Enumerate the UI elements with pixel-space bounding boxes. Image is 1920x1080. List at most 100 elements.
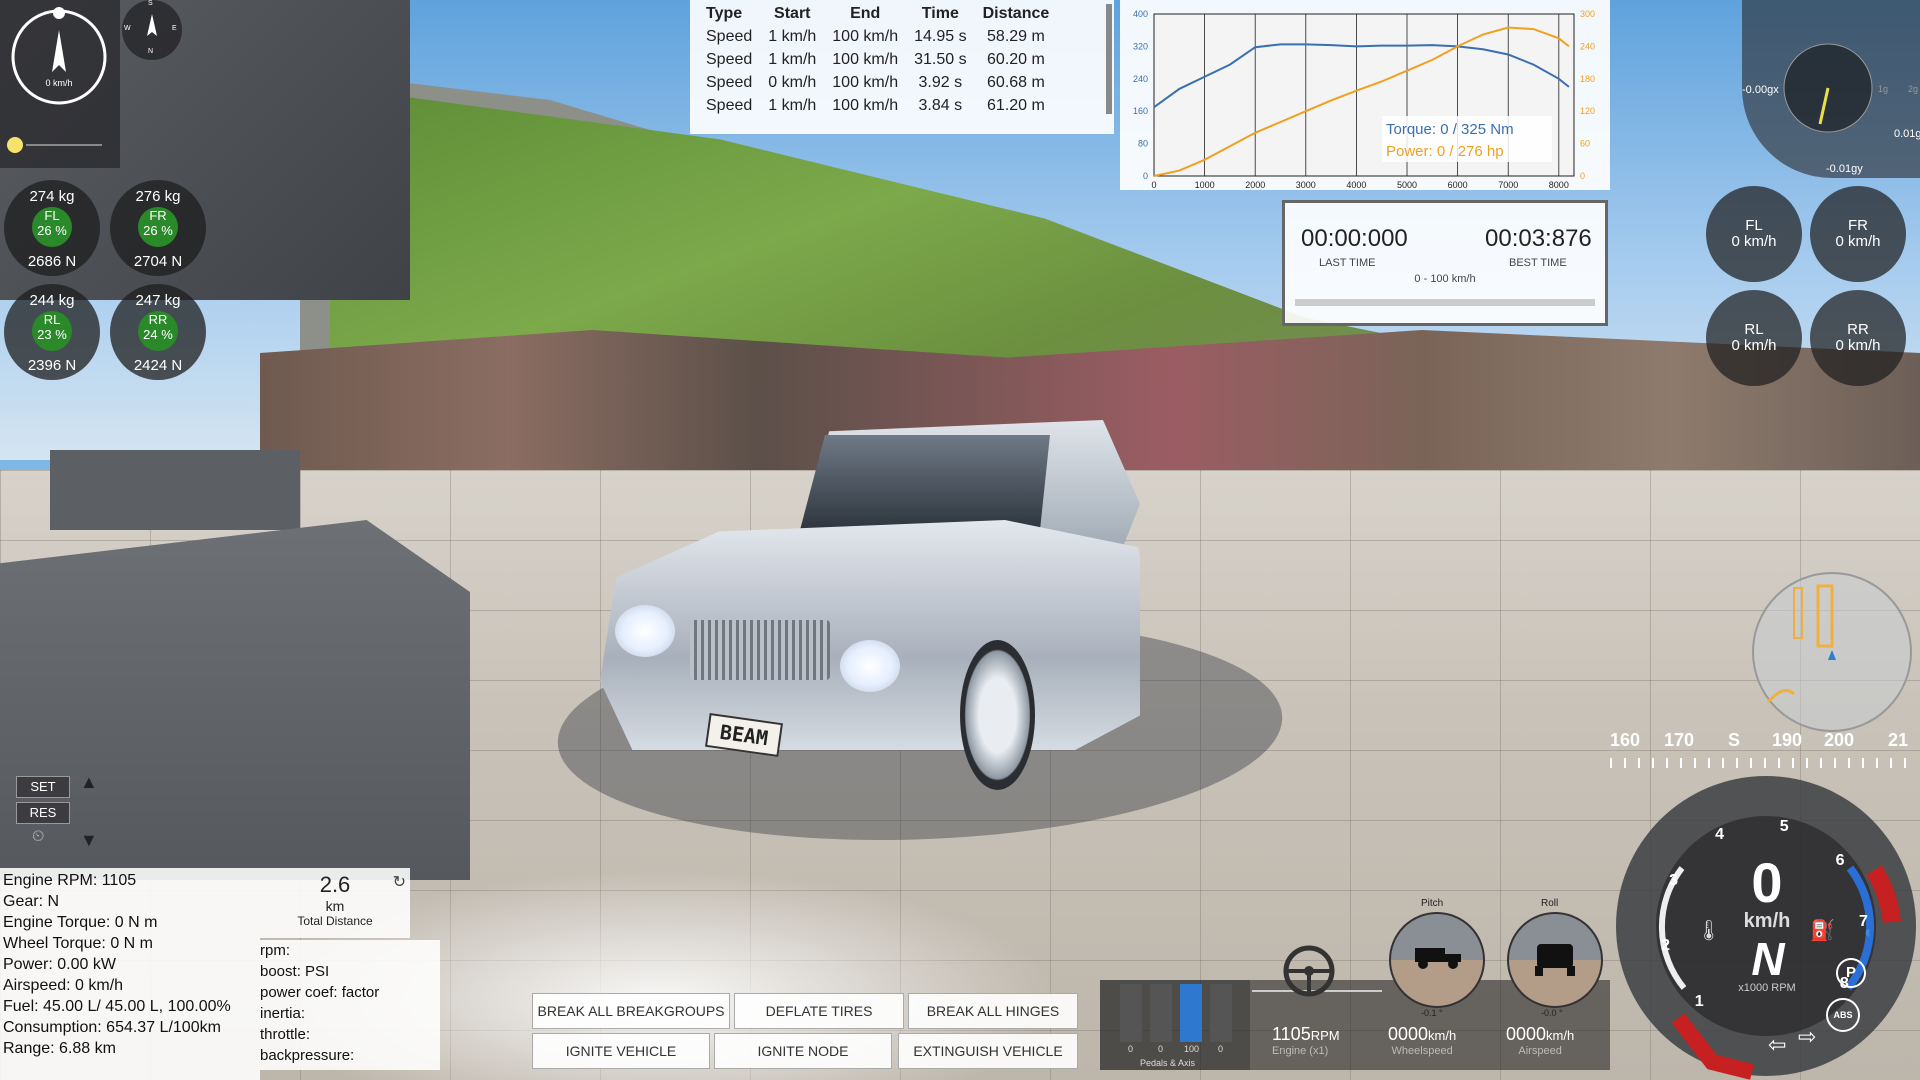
fuel-icon: ⛽ (1810, 920, 1835, 942)
reset-icon[interactable]: ↻ (393, 872, 406, 892)
speed-unit: km/h (1743, 910, 1791, 932)
time-of-day-indicator (7, 137, 23, 153)
rpm-tick-label: 5 (1779, 818, 1789, 836)
legend-power: Power: 0 / 276 hp (1386, 143, 1504, 160)
gear-indicator: N (1751, 933, 1785, 985)
deflate-tires-button[interactable]: DEFLATE TIRES (734, 993, 904, 1029)
tire-load-fr: 276 kg FR 26 % 2704 N (110, 180, 206, 276)
compass-arrow-icon (52, 30, 66, 72)
tire-mass: 276 kg (135, 188, 181, 205)
wheel-id: FR (1848, 217, 1868, 234)
y-tick-right: 60 (1580, 139, 1590, 149)
y-tick-left: 0 (1143, 171, 1148, 181)
distance-value: 2.6 (319, 872, 351, 897)
x-tick-label: 3000 (1296, 180, 1316, 190)
legend-torque: Torque: 0 / 325 Nm (1386, 121, 1514, 138)
info-line: Fuel: 45.00 L/ 45.00 L, 100.00% (3, 998, 231, 1015)
x-tick-label: 1000 (1195, 180, 1215, 190)
cruise-icon: ⏲ (32, 828, 45, 845)
best-time-label: BEST TIME (1509, 257, 1567, 269)
tire-mass: 247 kg (135, 292, 181, 309)
rpm-scale-label: x1000 RPM (1738, 982, 1796, 994)
cell: 1 km/h (768, 97, 817, 114)
cell: 1 km/h (768, 28, 817, 45)
extinguish-vehicle-button[interactable]: EXTINGUISH VEHICLE (898, 1033, 1078, 1069)
debug-line: rpm: (260, 942, 290, 959)
turn-right-icon: ⇨ (1798, 1024, 1817, 1049)
rpm-tick-label: 3 (1669, 872, 1679, 890)
car-windshield (800, 435, 1050, 530)
info-line: Gear: N (3, 893, 60, 910)
best-time: 00:03:876 (1485, 225, 1592, 252)
minimap[interactable] (1752, 572, 1912, 732)
cruise-res-button[interactable]: RES (16, 802, 70, 824)
cell: Speed (706, 51, 753, 68)
tire-pct: 24 % (143, 327, 173, 342)
compass-letter-s: S (148, 0, 153, 7)
cruise-up-icon[interactable]: ▲ (80, 772, 98, 793)
y-tick-left: 160 (1133, 106, 1148, 116)
heading-tick: 170 (1664, 730, 1695, 750)
col-time: Time (921, 5, 959, 22)
gforce-tick: 2g (1908, 84, 1919, 94)
gforce-z: 0.01g (1894, 128, 1920, 140)
tire-load-rr: 247 kg RR 24 % 2424 N (110, 284, 206, 380)
gforce-y: -0.01gy (1826, 163, 1863, 175)
last-time: 00:00:000 (1301, 225, 1408, 252)
wheelspeed-readout: 0000km/h Wheelspeed (1388, 1024, 1456, 1057)
break-breakgroups-button[interactable]: BREAK ALL BREAKGROUPS (532, 993, 730, 1029)
cell: 60.20 m (987, 51, 1045, 68)
ignite-node-button[interactable]: IGNITE NODE (714, 1033, 892, 1069)
debug-line: inertia: (260, 1005, 306, 1022)
pedal-bar (1120, 984, 1142, 1042)
table-row: Speed 1 km/h 100 km/h 31.50 s 60.20 m (700, 49, 1059, 72)
speed-value: 0 (1751, 851, 1783, 914)
table-scrollbar[interactable] (1106, 4, 1112, 114)
rpm-tick-label: 2 (1661, 936, 1671, 954)
pitch-value: -0.1 ° (1421, 1008, 1443, 1018)
airspeed-value: 0000 (1506, 1024, 1547, 1044)
mini-compass: S W N E (122, 0, 182, 60)
distance-unit: km (325, 898, 345, 914)
wheel-speed-rr: RR 0 km/h (1810, 290, 1906, 386)
y-tick-left: 400 (1133, 9, 1148, 19)
tire-mass: 244 kg (29, 292, 75, 309)
cruise-set-button[interactable]: SET (16, 776, 70, 798)
pedal-value: 0 (1158, 1044, 1164, 1054)
total-distance: 2.6 km Total Distance ↻ (260, 868, 410, 938)
pedal-value: 100 (1184, 1044, 1200, 1054)
rpm-value: 1105 (1272, 1024, 1311, 1044)
debug-line: power coef: factor (260, 984, 380, 1001)
rpm-readout: 1105RPM Engine (x1) (1272, 1024, 1340, 1057)
rpm-tick-label: 6 (1835, 851, 1845, 869)
tire-id: RR (148, 312, 168, 327)
y-tick-left: 240 (1133, 74, 1148, 84)
ignite-vehicle-button[interactable]: IGNITE VEHICLE (532, 1033, 710, 1069)
pitch-indicator: Pitch -0.1 ° (1385, 898, 1485, 1022)
col-distance: Distance (982, 5, 1050, 22)
concrete-block-small (50, 450, 300, 530)
tire-load-fl: 274 kg FL 26 % 2686 N (4, 180, 100, 276)
heading-strip: 160 170 S 190 200 21 (1610, 730, 1920, 770)
last-time-label: LAST TIME (1319, 257, 1376, 269)
lap-timer: 00:00:000 LAST TIME 00:03:876 BEST TIME … (1282, 200, 1608, 326)
tire-id: FR (149, 208, 167, 223)
info-line: Consumption: 654.37 L/100km (3, 1019, 221, 1036)
break-hinges-button[interactable]: BREAK ALL HINGES (908, 993, 1078, 1029)
compass-letter-n: N (148, 48, 154, 55)
wheel-id: FL (1745, 217, 1763, 234)
wheelspeed-value: 0000 (1388, 1024, 1429, 1044)
airspeed-readout: 0000km/h Airspeed (1506, 1024, 1574, 1057)
tire-pct: 23 % (37, 327, 67, 342)
headlight-right (840, 640, 900, 692)
heading-tick: 190 (1772, 730, 1803, 750)
cell: 61.20 m (987, 97, 1045, 114)
tire-id: RL (43, 312, 61, 327)
engine-label: Engine (x1) (1272, 1045, 1329, 1057)
info-line: Wheel Torque: 0 N m (3, 935, 153, 952)
car-grille (690, 620, 830, 680)
cruise-down-icon[interactable]: ▼ (80, 830, 98, 851)
headlight-icon: ◐ (1864, 922, 1875, 942)
y-tick-left: 320 (1133, 41, 1148, 51)
wheelspeed-unit: km/h (1428, 1028, 1457, 1043)
